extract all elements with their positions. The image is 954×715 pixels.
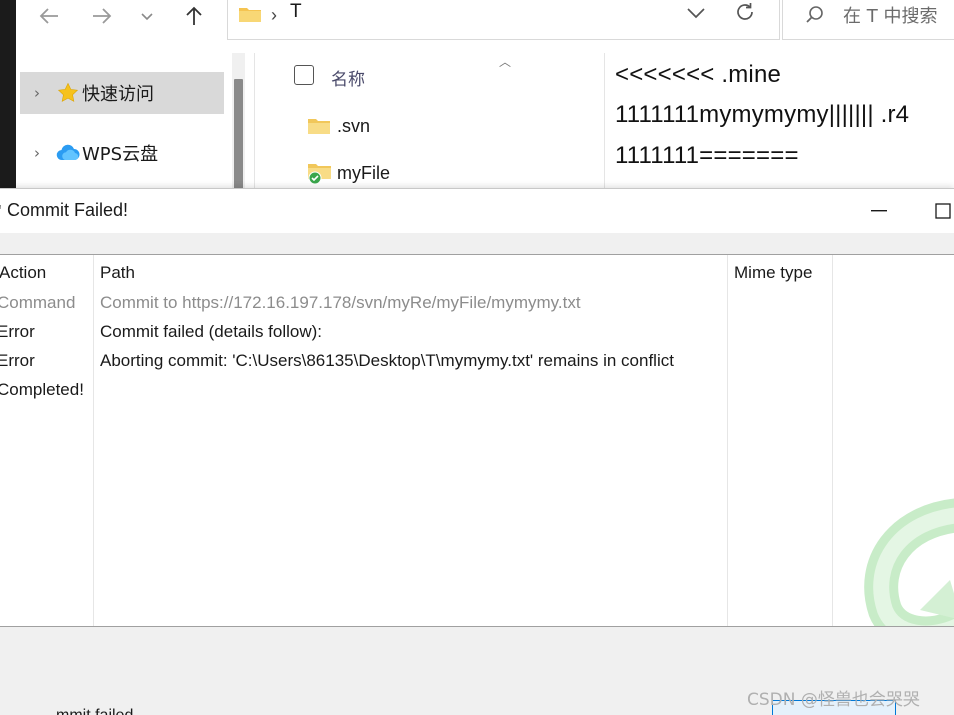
address-bar[interactable]: › T [227, 0, 780, 40]
nav-item-label: 快速访问 [82, 84, 154, 105]
forward-button[interactable] [87, 2, 117, 30]
back-button[interactable] [34, 2, 64, 30]
scrollbar-thumb[interactable] [234, 79, 243, 190]
nav-item-wps-cloud[interactable]: › WPS云盘 [20, 132, 224, 174]
cloud-icon [54, 144, 82, 162]
column-divider[interactable] [832, 255, 833, 626]
commit-failed-dialog: ' Commit Failed! Action Path Mime type C… [0, 188, 954, 715]
tortoisesvn-logo-icon [864, 498, 954, 626]
sort-ascending-icon: ︿ [499, 55, 512, 69]
up-button[interactable] [179, 2, 209, 30]
folder-conflict-icon [307, 161, 337, 185]
search-placeholder: 在 T 中搜索 [843, 6, 938, 27]
column-divider[interactable] [727, 255, 728, 626]
row-path[interactable]: Aborting commit: 'C:\Users\86135\Desktop… [100, 351, 674, 371]
arrow-right-icon [93, 8, 112, 24]
dialog-title: Commit Failed! [7, 200, 129, 220]
navigation-pane: › 快速访问 › WPS云盘 [16, 53, 251, 190]
preview-line: <<<<<<< .mine [615, 61, 782, 88]
row-action[interactable]: Error [0, 351, 35, 371]
chevron-right-icon[interactable]: › [20, 144, 54, 162]
preview-line: 1111111mymymymy||||||| .r4 [615, 101, 910, 128]
minimize-icon [871, 210, 887, 212]
folder-icon [307, 116, 337, 136]
chevron-down-icon[interactable] [686, 7, 706, 19]
credit-text: CSDN @怪兽也会哭哭 [747, 690, 920, 710]
column-divider[interactable] [93, 255, 94, 626]
column-header-path[interactable]: Path [100, 263, 135, 283]
row-action[interactable]: Command [0, 293, 75, 313]
column-header-name[interactable]: 名称 [331, 65, 365, 90]
commit-log-list[interactable]: Action Path Mime type Command Commit to … [0, 254, 954, 627]
chevron-down-icon [141, 13, 153, 21]
file-name: .svn [337, 115, 371, 136]
nav-item-quick-access[interactable]: › 快速访问 [20, 72, 224, 114]
folder-icon [239, 8, 261, 22]
search-icon [806, 6, 823, 23]
window-edge [0, 0, 16, 190]
navigation-scrollbar[interactable] [232, 53, 245, 190]
select-all-checkbox[interactable] [294, 65, 314, 85]
star-icon [54, 82, 82, 104]
dialog-titlebar[interactable]: ' Commit Failed! [0, 189, 954, 233]
list-item[interactable]: myFile [307, 159, 390, 187]
preview-pane: <<<<<<< .mine 1111111mymymymy||||||| .r4… [604, 53, 954, 190]
row-action[interactable]: Completed! [0, 380, 84, 400]
refresh-icon[interactable] [734, 1, 756, 23]
row-action[interactable]: Error [0, 322, 35, 342]
list-item[interactable]: .svn [307, 112, 370, 140]
search-input[interactable]: 在 T 中搜索 [782, 0, 954, 40]
recent-locations-button[interactable] [132, 2, 162, 30]
preview-line: 1111111======= [615, 142, 799, 169]
column-header-mime-type[interactable]: Mime type [734, 263, 812, 283]
maximize-icon [935, 203, 951, 219]
row-path[interactable]: Commit failed (details follow): [100, 322, 322, 342]
row-path[interactable]: Commit to https://172.16.197.178/svn/myR… [100, 293, 581, 313]
file-list: ︿ 名称 .svn myFile [254, 53, 604, 190]
nav-item-label: WPS云盘 [82, 144, 159, 165]
minimize-button[interactable] [856, 193, 902, 229]
maximize-button[interactable] [920, 193, 954, 229]
breadcrumb-separator: › [271, 5, 277, 25]
column-header-action[interactable]: Action [0, 263, 46, 283]
title-bar-icon: ' [0, 202, 1, 223]
file-explorer-window: › T 在 T 中搜索 › 快速访问 › WPS云盘 ︿ 名称 .svn myF… [0, 0, 954, 190]
explorer-toolbar: › T 在 T 中搜索 [16, 0, 954, 40]
breadcrumb-current-folder[interactable]: T [290, 1, 302, 23]
arrow-up-icon [186, 6, 202, 25]
status-message: mmit failed [56, 707, 133, 715]
chevron-right-icon[interactable]: › [20, 84, 54, 102]
file-name: myFile [337, 162, 390, 183]
arrow-left-icon [39, 8, 58, 24]
